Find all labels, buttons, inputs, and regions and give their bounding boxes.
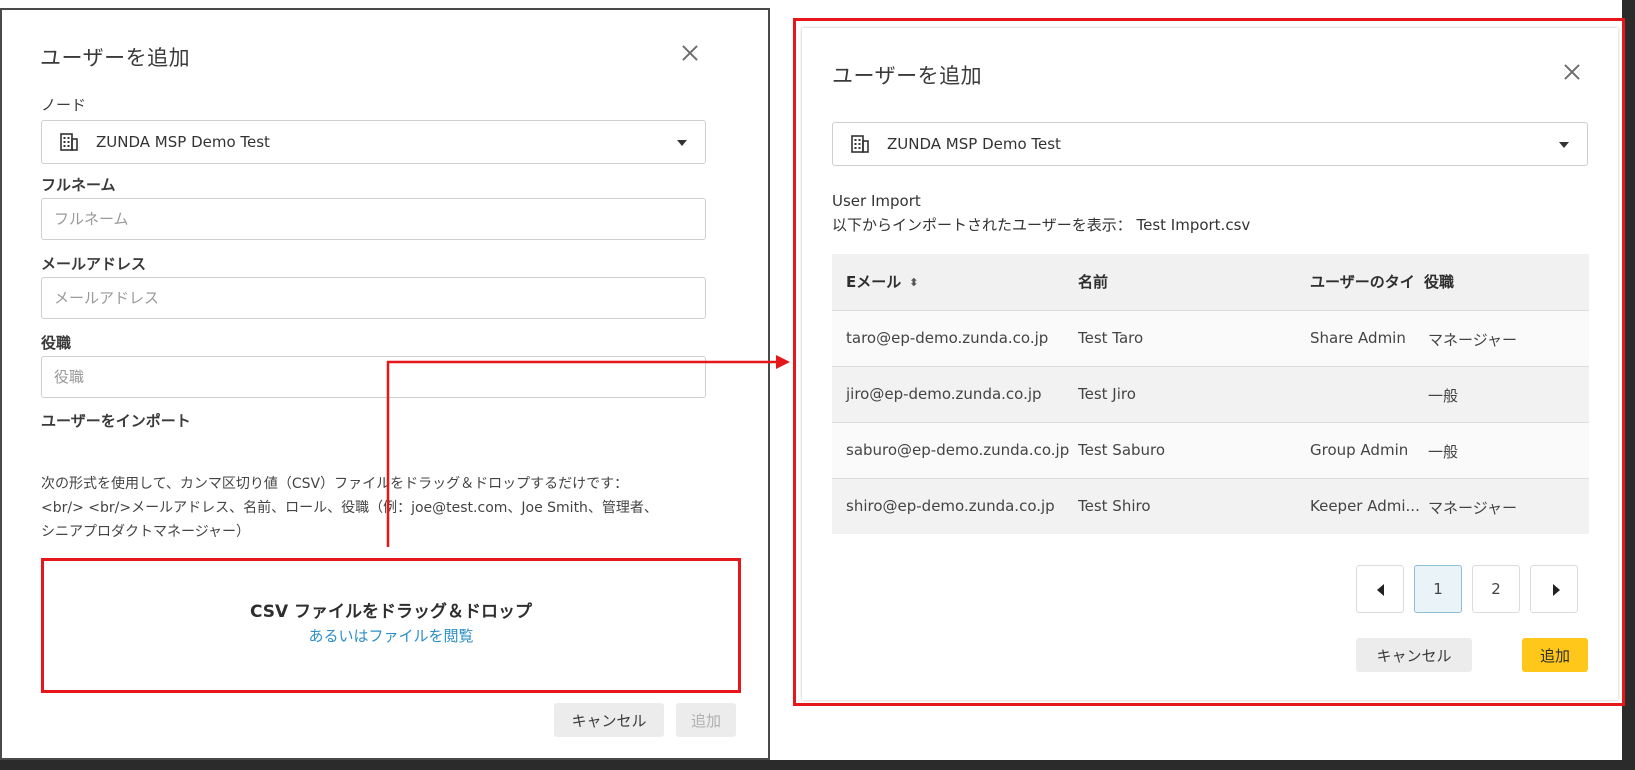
table-row[interactable]: saburo@ep-demo.zunda.co.jp Test Saburo G…: [832, 422, 1589, 478]
next-page-button[interactable]: [1530, 565, 1578, 613]
prev-page-icon: [1377, 584, 1384, 596]
cell-role: マネージャー: [1428, 331, 1517, 349]
user-import-source: 以下からインポートされたユーザーを表示： Test Import.csv: [832, 216, 1251, 234]
prev-page-button[interactable]: [1356, 565, 1404, 613]
table-row[interactable]: shiro@ep-demo.zunda.co.jp Test Shiro Kee…: [832, 478, 1589, 534]
column-header-role[interactable]: 役職: [1424, 271, 1454, 292]
cell-name: Test Saburo: [1078, 441, 1166, 459]
cell-user-type: Share Admin: [1310, 329, 1406, 347]
cell-role: 一般: [1428, 443, 1459, 461]
add-user-dialog-right: ユーザーを追加 ZUNDA MSP Demo Test User Import …: [802, 28, 1618, 700]
cell-user-type: Keeper Admi...: [1310, 497, 1420, 515]
cell-email: taro@ep-demo.zunda.co.jp: [846, 329, 1049, 347]
cancel-button[interactable]: キャンセル: [1356, 638, 1472, 672]
cell-email: jiro@ep-demo.zunda.co.jp: [846, 385, 1042, 403]
cell-name: Test Shiro: [1078, 497, 1151, 515]
import-table: Eメール ⬍ 名前 ユーザーのタイ 役職 taro@ep-demo.zunda.c…: [832, 254, 1589, 534]
dialog-title: ユーザーを追加: [832, 64, 983, 88]
cell-email: saburo@ep-demo.zunda.co.jp: [846, 441, 1070, 459]
column-header-email-label: Eメール: [846, 273, 902, 291]
page-1-button[interactable]: 1: [1414, 565, 1462, 613]
cell-email: shiro@ep-demo.zunda.co.jp: [846, 497, 1055, 515]
table-row[interactable]: taro@ep-demo.zunda.co.jp Test Taro Share…: [832, 310, 1589, 366]
add-button[interactable]: 追加: [1522, 638, 1588, 672]
building-icon: [851, 135, 869, 157]
page-2-button[interactable]: 2: [1472, 565, 1520, 613]
next-page-icon: [1553, 584, 1560, 596]
cell-role: 一般: [1428, 387, 1459, 405]
node-select-value: ZUNDA MSP Demo Test: [887, 135, 1061, 153]
cell-user-type: Group Admin: [1310, 441, 1409, 459]
close-icon[interactable]: [1560, 60, 1584, 84]
column-header-name[interactable]: 名前: [1078, 271, 1108, 292]
user-import-heading: User Import: [832, 192, 921, 210]
cell-role: マネージャー: [1428, 499, 1517, 517]
column-header-email[interactable]: Eメール ⬍: [846, 271, 918, 292]
caret-down-icon: [1559, 142, 1569, 148]
column-header-user-type[interactable]: ユーザーのタイ: [1310, 271, 1415, 292]
cell-name: Test Taro: [1078, 329, 1144, 347]
node-select[interactable]: ZUNDA MSP Demo Test: [832, 122, 1588, 166]
table-row[interactable]: jiro@ep-demo.zunda.co.jp Test Jiro 一般: [832, 366, 1589, 422]
table-header: Eメール ⬍ 名前 ユーザーのタイ 役職: [832, 254, 1589, 310]
cell-name: Test Jiro: [1078, 385, 1136, 403]
sort-icon[interactable]: ⬍: [909, 276, 918, 289]
